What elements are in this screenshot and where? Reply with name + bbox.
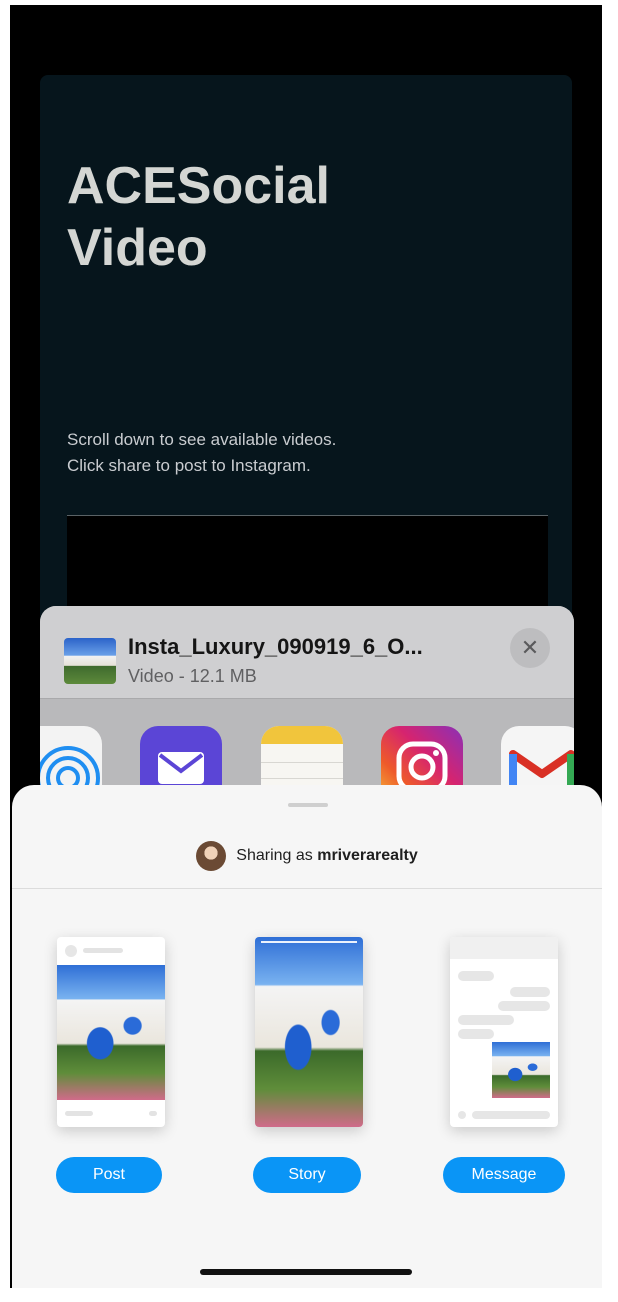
post-preview[interactable] <box>57 937 165 1127</box>
preview-actions-placeholder <box>65 1111 93 1116</box>
sharing-username: mriverarealty <box>317 847 418 865</box>
page-description: Scroll down to see available videos. Cli… <box>67 427 527 479</box>
divider <box>12 888 602 889</box>
message-input-placeholder <box>472 1111 550 1119</box>
story-preview[interactable] <box>255 937 363 1127</box>
file-meta: Video - 12.1 MB <box>128 666 257 686</box>
instagram-share-sheet: Sharing as mriverarealty Post Story Mess… <box>12 785 602 1288</box>
preview-avatar <box>65 945 77 957</box>
message-bubble <box>458 1029 494 1039</box>
preview-username-placeholder <box>83 948 123 953</box>
close-button[interactable]: ✕ <box>510 628 550 668</box>
message-bubble <box>498 1001 550 1011</box>
message-preview[interactable] <box>450 937 558 1127</box>
sharing-as-prefix: Sharing as <box>236 847 313 865</box>
page-title: ACESocial Video <box>67 157 330 277</box>
message-bubble <box>458 971 494 981</box>
post-button[interactable]: Post <box>56 1157 162 1193</box>
file-thumbnail <box>64 638 116 684</box>
story-progress-bar <box>261 941 357 943</box>
message-photo <box>492 1042 550 1098</box>
message-bubble <box>510 987 550 997</box>
message-header-placeholder <box>450 937 558 959</box>
share-header: Insta_Luxury_090919_6_O... Video - 12.1 … <box>40 606 574 699</box>
sharing-as-row: Sharing as mriverarealty <box>12 841 602 871</box>
description-line-1: Scroll down to see available videos. <box>67 430 337 449</box>
preview-save-placeholder <box>149 1111 157 1116</box>
device-screen: ACESocial Video Scroll down to see avail… <box>10 5 602 1288</box>
post-photo <box>57 965 165 1100</box>
story-button[interactable]: Story <box>253 1157 361 1193</box>
description-line-2: Click share to post to Instagram. <box>67 456 311 475</box>
message-camera-placeholder <box>458 1111 466 1119</box>
message-button[interactable]: Message <box>443 1157 565 1193</box>
message-bubble <box>458 1015 514 1025</box>
avatar <box>196 841 227 871</box>
sheet-grabber[interactable] <box>288 803 328 807</box>
close-icon: ✕ <box>520 635 540 660</box>
home-indicator[interactable] <box>200 1269 412 1275</box>
file-name: Insta_Luxury_090919_6_O... <box>128 634 423 659</box>
story-photo <box>255 937 363 1127</box>
